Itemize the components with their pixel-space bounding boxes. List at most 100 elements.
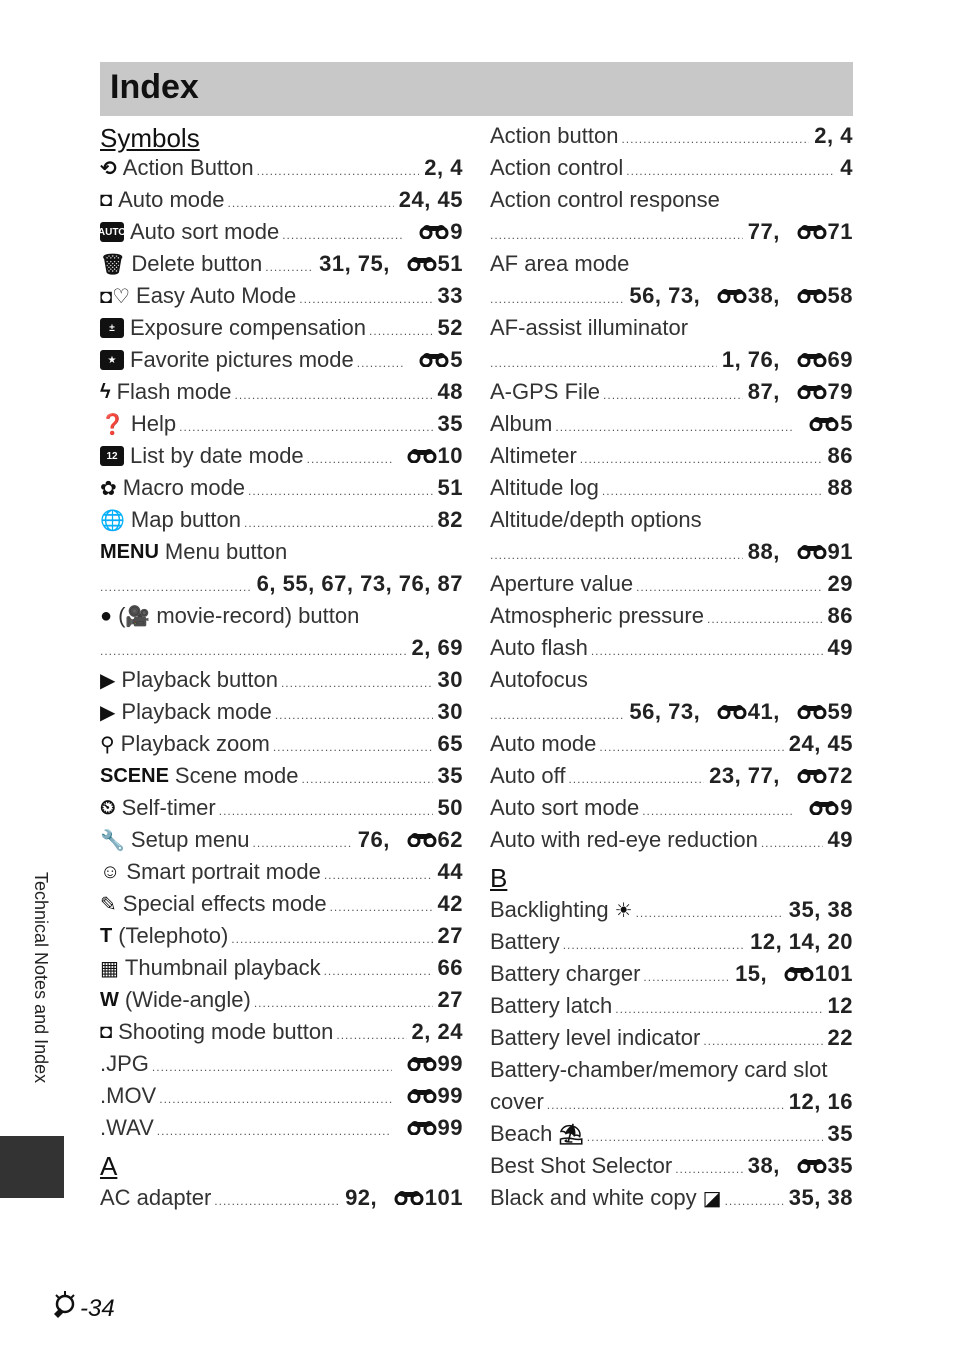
entry-text: Best Shot Selector — [490, 1153, 673, 1178]
index-entry: MENU Menu button — [100, 536, 463, 568]
macro-flower-icon: ✿ — [100, 477, 117, 500]
list-by-date-icon: 12 — [100, 446, 124, 466]
page-number: 73 — [668, 283, 694, 308]
index-entry: ☺ Smart portrait mode....................… — [100, 856, 463, 888]
separator: , — [734, 347, 748, 372]
page-references: 49 — [828, 827, 853, 853]
page-number: 51 — [437, 475, 463, 500]
page-references: 24, 45 — [399, 187, 463, 213]
leader-dots: ........................................… — [490, 356, 717, 370]
leader-dots: ........................................… — [248, 484, 433, 498]
page-references: 50 — [438, 795, 463, 821]
page-number: 6 — [256, 571, 270, 596]
entry-text: Setup menu — [130, 827, 250, 852]
index-entry: AUTO Auto sort mode......................… — [98, 216, 463, 248]
page-title: Index — [110, 68, 199, 106]
page-number: 4 — [840, 123, 853, 148]
index-entry: ⚲ Playback zoom..........................… — [100, 728, 463, 760]
page-references: 77, 71 — [748, 219, 853, 245]
page-number: 76 — [747, 347, 774, 372]
page-references: 65 — [438, 731, 463, 757]
page-number: 67 — [321, 571, 347, 596]
leader-dots: ........................................… — [265, 260, 315, 274]
page-number: 24 — [437, 1019, 463, 1044]
page-number: 35 — [788, 1185, 815, 1210]
separator: , — [773, 763, 787, 788]
page-number: 24 — [398, 187, 425, 212]
index-entry: Battery latch...........................… — [490, 990, 853, 1022]
binocular-reference-icon — [394, 1185, 424, 1211]
wrench-icon: 🔧 — [100, 829, 125, 852]
page-number: 20 — [827, 929, 853, 954]
camera-icon: ◘ — [100, 1020, 113, 1043]
page-references: 48 — [438, 379, 463, 405]
entry-text: Playback zoom — [120, 731, 270, 756]
page-references: 2, 4 — [424, 155, 463, 181]
entry-label: Auto flash — [490, 635, 588, 661]
page-references: 22 — [828, 1025, 853, 1051]
entry-label: Altimeter — [490, 443, 577, 469]
page-number: 52 — [437, 315, 463, 340]
leader-dots: ........................................… — [603, 388, 743, 402]
leader-dots: ........................................… — [760, 836, 823, 850]
index-entry: .MOV....................................… — [100, 1080, 463, 1112]
exposure-compensation-icon: ± — [100, 318, 124, 338]
index-entry: Battery charger.........................… — [490, 958, 853, 990]
entry-label: Action button — [490, 123, 618, 149]
entry-label: .MOV — [100, 1083, 156, 1109]
binocular-reference-icon — [407, 251, 437, 277]
entry-label: Atmospheric pressure — [490, 603, 704, 629]
entry-label: Auto off — [490, 763, 565, 789]
index-entry: Black and white copy◪...................… — [490, 1182, 853, 1214]
page-number: 45 — [827, 731, 853, 756]
entry-label: .WAV — [100, 1115, 154, 1141]
leader-dots: ........................................… — [227, 196, 394, 210]
leader-dots: ........................................… — [282, 228, 404, 242]
page-references: 12, 14, 20 — [750, 929, 853, 955]
leader-dots: ........................................… — [615, 1002, 823, 1016]
page-number: 30 — [437, 699, 463, 724]
leader-dots: ........................................… — [724, 1194, 784, 1208]
separator: , — [385, 571, 399, 596]
entry-label: Autofocus — [490, 667, 588, 693]
entry-label: Black and white copy ◪ — [490, 1185, 722, 1211]
camera-icon: ◘ — [100, 188, 113, 211]
smile-icon: ☺ — [100, 860, 121, 883]
leader-dots: ........................................… — [626, 164, 836, 178]
entry-label: T (Telephoto) — [100, 923, 228, 949]
page-references: 88 — [828, 475, 853, 501]
page-references: 86 — [828, 443, 853, 469]
page-number: 12 — [750, 929, 776, 954]
page-number: 24 — [788, 731, 815, 756]
index-entry: ❓ Help...................................… — [100, 408, 463, 440]
page-number: 1 — [721, 347, 735, 372]
binocular-reference-icon — [407, 1051, 437, 1077]
entry-label: ◘ Auto mode — [100, 187, 225, 213]
reference-page-number: 38 — [747, 283, 774, 308]
entry-text: Map button — [130, 507, 241, 532]
help-icon: ❓ — [100, 413, 125, 436]
page-number: 2 — [814, 123, 828, 148]
separator: , — [424, 187, 438, 212]
page-references: 31, 75, 51 — [319, 251, 463, 277]
leader-dots: ........................................… — [329, 900, 433, 914]
page-references: 49 — [828, 635, 853, 661]
leader-dots: ........................................… — [256, 164, 420, 178]
index-entry-continuation: ........................................… — [490, 344, 853, 376]
entry-text: Macro mode — [122, 475, 246, 500]
entry-label: AF-assist illuminator — [490, 315, 688, 341]
page-number: 75 — [357, 251, 384, 276]
reference-page-number: 5 — [840, 411, 853, 436]
playback-icon: ▶ — [100, 669, 116, 692]
leader-dots: ........................................… — [306, 452, 392, 466]
page-number: 55 — [282, 571, 309, 596]
entry-label: Battery-chamber/memory card slot — [490, 1057, 827, 1083]
leader-dots: ........................................… — [100, 644, 407, 658]
entry-text: Playback button — [121, 667, 278, 692]
separator: , — [773, 347, 787, 372]
leader-dots: ........................................… — [635, 906, 784, 920]
page-number: 2 — [411, 635, 425, 660]
index-entry: Auto with red-eye reduction.............… — [490, 824, 853, 856]
entry-label: Battery — [490, 929, 560, 955]
side-tab-marker — [0, 1136, 64, 1198]
